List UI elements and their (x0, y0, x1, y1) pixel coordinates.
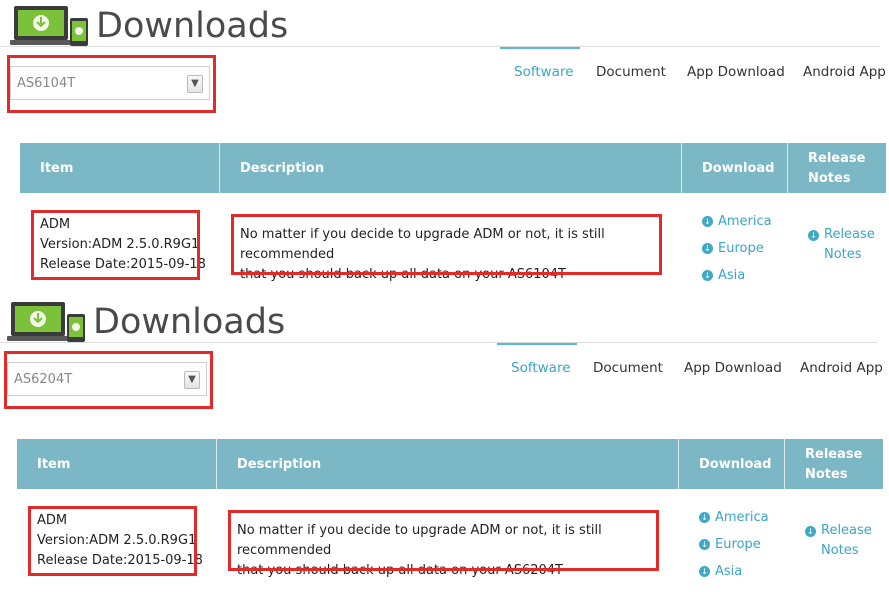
download-link-label: Asia (718, 268, 746, 283)
download-link-europe[interactable]: ↓ Europe (702, 235, 772, 262)
download-link-label: Asia (715, 564, 743, 579)
tab-software[interactable]: Software (514, 64, 574, 80)
tab-label: App Download (687, 64, 785, 80)
column-divider (787, 143, 788, 193)
tab-software[interactable]: Software (511, 360, 571, 376)
column-header-release-notes-line2: Notes (808, 171, 851, 186)
highlight-box-item (28, 506, 197, 576)
column-divider (784, 439, 785, 489)
column-header-download: Download (702, 161, 775, 176)
header-divider (0, 342, 877, 343)
column-header-description: Description (240, 161, 325, 176)
tab-app-download[interactable]: App Download (684, 360, 782, 376)
tab-label: Android App (800, 360, 883, 376)
highlight-box-item (31, 210, 200, 280)
column-divider (681, 143, 682, 193)
column-header-release-notes-line1: Release (805, 447, 863, 462)
column-header-item: Item (40, 161, 74, 176)
column-divider (216, 439, 217, 489)
release-notes-label-1: Release (824, 227, 875, 242)
column-divider (678, 439, 679, 489)
tab-app-download[interactable]: App Download (687, 64, 785, 80)
release-notes-label-2: Notes (821, 543, 859, 558)
download-link-label: Europe (715, 537, 761, 552)
download-link-label: America (718, 214, 772, 229)
download-icon: ↓ (702, 216, 713, 227)
download-icon: ↓ (702, 270, 713, 281)
download-link-america[interactable]: ↓ America (699, 504, 769, 531)
download-icon: ↓ (699, 566, 710, 577)
download-link-label: America (715, 510, 769, 525)
release-notes-label-1: Release (821, 523, 872, 538)
download-icon: ↓ (702, 243, 713, 254)
download-icon: ↓ (808, 229, 819, 241)
highlight-box-description (231, 214, 662, 275)
tab-document[interactable]: Document (596, 64, 666, 80)
downloads-panel-1: Downloads AS6104T ▼ Software Document Ap… (0, 0, 886, 296)
downloads-header: Downloads (0, 296, 877, 344)
release-notes-link[interactable]: ↓ Release Notes (808, 225, 875, 265)
highlight-box-model (7, 55, 216, 113)
downloads-panel-2: Downloads AS6204T ▼ Software Document Ap… (0, 296, 883, 592)
laptop-phone-download-icon (10, 6, 88, 46)
tab-label: Document (596, 64, 666, 80)
download-icon: ↓ (699, 539, 710, 550)
download-links: ↓ America ↓ Europe ↓ Asia (699, 504, 769, 585)
column-header-description: Description (237, 457, 322, 472)
tab-label: App Download (684, 360, 782, 376)
download-icon: ↓ (699, 512, 710, 523)
tab-label: Software (511, 360, 571, 376)
download-link-asia[interactable]: ↓ Asia (699, 558, 769, 585)
column-header-item: Item (37, 457, 71, 472)
tab-label: Document (593, 360, 663, 376)
column-header-download: Download (699, 457, 772, 472)
active-tab-indicator (497, 343, 577, 345)
column-header-release-notes-line1: Release (808, 151, 866, 166)
download-links: ↓ America ↓ Europe ↓ Asia (702, 208, 772, 289)
download-link-asia[interactable]: ↓ Asia (702, 262, 772, 289)
downloads-header: Downloads (0, 0, 880, 48)
laptop-phone-download-icon (7, 302, 85, 342)
tab-android-app[interactable]: Android App (800, 360, 883, 376)
tab-label: Software (514, 64, 574, 80)
download-link-label: Europe (718, 241, 764, 256)
active-tab-indicator (500, 47, 580, 49)
column-divider (219, 143, 220, 193)
page-title: Downloads (96, 6, 289, 46)
tab-android-app[interactable]: Android App (803, 64, 886, 80)
tab-document[interactable]: Document (593, 360, 663, 376)
download-link-europe[interactable]: ↓ Europe (699, 531, 769, 558)
header-divider (0, 46, 880, 47)
column-header-release-notes-line2: Notes (805, 467, 848, 482)
release-notes-label-2: Notes (824, 247, 862, 262)
tab-label: Android App (803, 64, 886, 80)
download-icon: ↓ (805, 525, 816, 537)
highlight-box-model (4, 351, 213, 409)
release-notes-link[interactable]: ↓ Release Notes (805, 521, 872, 561)
page-title: Downloads (93, 302, 286, 342)
highlight-box-description (228, 510, 659, 571)
download-link-america[interactable]: ↓ America (702, 208, 772, 235)
